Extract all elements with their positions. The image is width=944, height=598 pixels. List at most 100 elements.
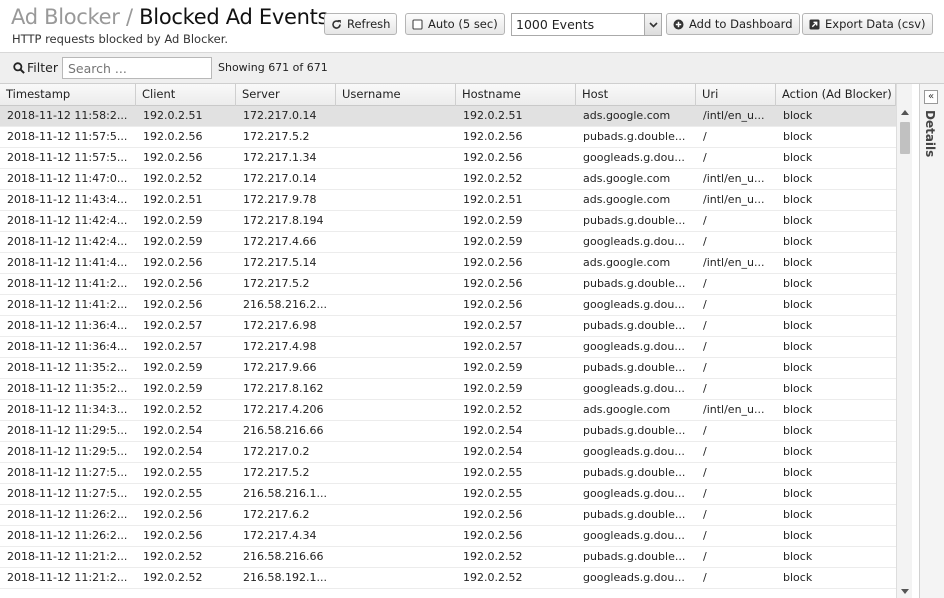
cell-client: 192.0.2.56 <box>143 529 203 542</box>
expand-panel-icon[interactable]: « <box>924 90 938 104</box>
table-row[interactable]: 2018-11-12 11:41:4... 192.0.2.56 172.217.5… <box>0 253 896 274</box>
cell-hostname: 192.0.2.56 <box>463 508 523 521</box>
cell-username <box>336 358 456 379</box>
table-row[interactable]: 2018-11-12 11:34:3... 192.0.2.52 172.217.4… <box>0 400 896 421</box>
table-row[interactable]: 2018-11-12 11:42:4... 192.0.2.59 172.217.8… <box>0 211 896 232</box>
checkbox-icon[interactable] <box>412 18 423 30</box>
vertical-scrollbar[interactable] <box>896 84 912 598</box>
table-row[interactable]: 2018-11-12 11:26:2... 192.0.2.56 172.217.4… <box>0 526 896 547</box>
scroll-up-icon[interactable] <box>901 110 909 115</box>
column-header-host[interactable]: Host <box>576 84 696 106</box>
table-row[interactable]: 2018-11-12 11:36:4... 192.0.2.57 172.217.6… <box>0 316 896 337</box>
cell-username <box>336 295 456 316</box>
column-header-hostname[interactable]: Hostname <box>456 84 576 106</box>
cell-uri: / <box>703 361 707 374</box>
cell-server: 172.217.8.162 <box>243 382 324 395</box>
cell-timestamp: 2018-11-12 11:36:4... <box>7 319 128 332</box>
add-to-dashboard-button[interactable]: Add to Dashboard <box>666 13 800 35</box>
cell-uri: / <box>703 277 707 290</box>
table-row[interactable]: 2018-11-12 11:21:2... 192.0.2.52 216.58.21… <box>0 547 896 568</box>
column-header-action[interactable]: Action (Ad Blocker) <box>776 84 896 106</box>
cell-hostname: 192.0.2.54 <box>463 424 523 437</box>
table-row[interactable]: 2018-11-12 11:35:2... 192.0.2.59 172.217.8… <box>0 379 896 400</box>
cell-host: pubads.g.double... <box>583 130 686 143</box>
table-row[interactable]: 2018-11-12 11:27:5... 192.0.2.55 216.58.21… <box>0 484 896 505</box>
cell-client: 192.0.2.52 <box>143 403 203 416</box>
cell-server: 172.217.5.2 <box>243 130 310 143</box>
search-input[interactable] <box>62 57 212 79</box>
cell-hostname: 192.0.2.59 <box>463 235 523 248</box>
cell-username <box>336 148 456 169</box>
events-count-select[interactable]: 1000 Events <box>511 13 662 36</box>
cell-username <box>336 526 456 547</box>
cell-hostname: 192.0.2.56 <box>463 151 523 164</box>
cell-timestamp: 2018-11-12 11:21:2... <box>7 571 128 584</box>
cell-hostname: 192.0.2.55 <box>463 487 523 500</box>
breadcrumb-ad-blocker[interactable]: Ad Blocker <box>11 5 120 29</box>
cell-timestamp: 2018-11-12 11:47:0... <box>7 172 128 185</box>
cell-client: 192.0.2.55 <box>143 466 203 479</box>
table-row[interactable]: 2018-11-12 11:57:5... 192.0.2.56 172.217.5… <box>0 127 896 148</box>
cell-uri: / <box>703 151 707 164</box>
cell-server: 172.217.0.2 <box>243 445 310 458</box>
table-row[interactable]: 2018-11-12 11:41:2... 192.0.2.56 216.58.21… <box>0 295 896 316</box>
cell-action: block <box>783 466 813 479</box>
cell-server: 172.217.6.2 <box>243 508 310 521</box>
table-row[interactable]: 2018-11-12 11:47:0... 192.0.2.52 172.217.0… <box>0 169 896 190</box>
scrollbar-thumb[interactable] <box>900 122 910 154</box>
cell-uri: / <box>703 550 707 563</box>
cell-host: pubads.g.double... <box>583 319 686 332</box>
export-csv-button[interactable]: Export Data (csv) <box>802 13 933 35</box>
column-header-timestamp[interactable]: Timestamp <box>0 84 136 106</box>
cell-host: googleads.g.dou... <box>583 571 685 584</box>
cell-timestamp: 2018-11-12 11:29:5... <box>7 424 128 437</box>
table-row[interactable]: 2018-11-12 11:26:2... 192.0.2.56 172.217.6… <box>0 505 896 526</box>
table-row[interactable]: 2018-11-12 11:43:4... 192.0.2.51 172.217.9… <box>0 190 896 211</box>
details-label[interactable]: Details <box>923 110 937 157</box>
cell-host: pubads.g.double... <box>583 550 686 563</box>
cell-action: block <box>783 487 813 500</box>
cell-host: googleads.g.dou... <box>583 529 685 542</box>
cell-server: 216.58.192.1... <box>243 571 327 584</box>
cell-uri: / <box>703 466 707 479</box>
cell-action: block <box>783 403 813 416</box>
cell-hostname: 192.0.2.56 <box>463 298 523 311</box>
table-row[interactable]: 2018-11-12 11:57:5... 192.0.2.56 172.217.1… <box>0 148 896 169</box>
table-row[interactable]: 2018-11-12 11:41:2... 192.0.2.56 172.217.5… <box>0 274 896 295</box>
cell-uri: / <box>703 571 707 584</box>
export-icon <box>809 19 820 30</box>
filter-bar: Filter Showing 671 of 671 <box>0 52 944 84</box>
page-title-text: Blocked Ad Events <box>139 5 329 29</box>
column-header-server[interactable]: Server <box>236 84 336 106</box>
cell-uri: / <box>703 487 707 500</box>
table-row[interactable]: 2018-11-12 11:42:4... 192.0.2.59 172.217.4… <box>0 232 896 253</box>
column-header-client[interactable]: Client <box>136 84 236 106</box>
table-row[interactable]: 2018-11-12 11:58:2... 192.0.2.51 172.217.0… <box>0 106 896 127</box>
cell-action: block <box>783 298 813 311</box>
table-row[interactable]: 2018-11-12 11:29:5... 192.0.2.54 172.217.0… <box>0 442 896 463</box>
column-header-username[interactable]: Username <box>336 84 456 106</box>
table-row[interactable]: 2018-11-12 11:29:5... 192.0.2.54 216.58.21… <box>0 421 896 442</box>
table-row[interactable]: 2018-11-12 11:21:2... 192.0.2.52 216.58.19… <box>0 568 896 589</box>
refresh-button[interactable]: Refresh <box>324 13 398 35</box>
cell-hostname: 192.0.2.51 <box>463 193 523 206</box>
table-row[interactable]: 2018-11-12 11:35:2... 192.0.2.59 172.217.9… <box>0 358 896 379</box>
chevron-down-icon[interactable] <box>644 14 661 35</box>
cell-timestamp: 2018-11-12 11:29:5... <box>7 445 128 458</box>
cell-hostname: 192.0.2.55 <box>463 466 523 479</box>
cell-timestamp: 2018-11-12 11:27:5... <box>7 487 128 500</box>
cell-action: block <box>783 361 813 374</box>
cell-action: block <box>783 193 813 206</box>
auto-refresh-toggle[interactable]: Auto (5 sec) <box>405 13 505 35</box>
column-header-uri[interactable]: Uri <box>696 84 776 106</box>
details-panel[interactable]: « Details <box>919 84 944 598</box>
cell-username <box>336 379 456 400</box>
cell-client: 192.0.2.56 <box>143 151 203 164</box>
cell-hostname: 192.0.2.59 <box>463 214 523 227</box>
showing-count: Showing 671 of 671 <box>218 61 328 74</box>
scroll-down-icon[interactable] <box>901 589 909 594</box>
cell-hostname: 192.0.2.52 <box>463 172 523 185</box>
table-row[interactable]: 2018-11-12 11:27:5... 192.0.2.55 172.217.5… <box>0 463 896 484</box>
cell-timestamp: 2018-11-12 11:35:2... <box>7 382 128 395</box>
table-row[interactable]: 2018-11-12 11:36:4... 192.0.2.57 172.217.4… <box>0 337 896 358</box>
